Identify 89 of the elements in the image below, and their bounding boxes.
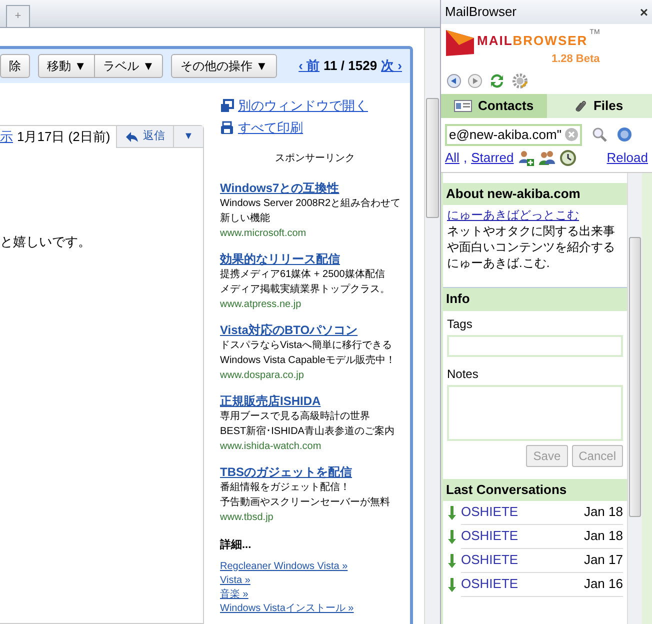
ad-description: 予告動画やスクリーンセーバーが無料 [220, 496, 391, 510]
action-link[interactable]: すべて印刷 [238, 118, 303, 138]
toolbar-button[interactable]: その他の操作 ▼ [171, 54, 277, 78]
forward-button[interactable] [468, 74, 482, 88]
starred-link[interactable]: Starred [471, 148, 514, 168]
website-link[interactable]: にゅーあきばどっとこむ [447, 206, 579, 222]
conversation-date: Jan 18 [584, 527, 623, 546]
conversation-date: Jan 16 [584, 575, 623, 594]
down-arrow-icon [447, 530, 457, 544]
paperclip-icon [575, 98, 588, 112]
search-field[interactable]: e@new-akiba.com" [445, 124, 582, 146]
ad-description: Windows Server 2008R2と組み合わせて新しい機能 [220, 197, 402, 226]
ad-url: www.tbsd.jp [220, 511, 274, 525]
show-details-link[interactable]: 示 [0, 127, 13, 147]
section-header: Last Conversations [443, 478, 627, 500]
printer-icon [220, 121, 234, 135]
ad-description: メディア掲載実績業界トップクラス。 [220, 282, 391, 297]
conversation-date: Jan 17 [584, 551, 623, 570]
message-date: 1月17日 (2日前) [17, 128, 110, 146]
tags-field[interactable] [447, 334, 623, 356]
related-link[interactable]: Regcleaner Windows Vista » [220, 560, 348, 574]
conversation-link[interactable]: OSHIETE [461, 574, 518, 594]
reply-arrow-icon [125, 130, 139, 142]
ad-url: www.atpress.ne.jp [220, 298, 302, 312]
related-link[interactable]: Windows Vistaインストール » [220, 602, 354, 616]
ad-title-link[interactable]: 効果的なリリース配信 [220, 251, 340, 267]
sponsor-heading: スポンサーリンク [274, 152, 356, 166]
toolbar-button[interactable]: ラベル ▼ [95, 54, 164, 78]
left-triangle-icon [451, 78, 457, 84]
previous-link[interactable]: ‹ 前 [298, 56, 320, 76]
panel-tab[interactable]: Files [546, 94, 652, 118]
settings-icon[interactable] [512, 72, 528, 88]
more-heading: 詳細... [220, 538, 252, 553]
ad-url: www.dospara.co.jp [220, 369, 305, 383]
related-link[interactable]: Vista » [220, 574, 250, 588]
notes-label: Notes [446, 366, 480, 382]
conversation-link[interactable]: OSHIETE [461, 550, 518, 570]
conversation-link[interactable]: OSHIETE [461, 526, 518, 546]
reload-link[interactable]: Reload [606, 148, 648, 168]
contact-card-icon [454, 100, 472, 112]
ad-title-link[interactable]: Windows7との互換性 [220, 180, 340, 196]
all-link[interactable]: All [445, 148, 460, 168]
section-header: About new-akiba.com [443, 182, 627, 204]
back-button[interactable] [447, 74, 461, 88]
panel-title: MailBrowser [445, 3, 517, 22]
down-arrow-icon [447, 554, 457, 568]
notes-field[interactable] [447, 384, 623, 440]
logo-browser-text: BROWSER [512, 34, 588, 47]
logo-envelope-icon [445, 28, 475, 58]
related-link[interactable]: 音楽 » [220, 588, 248, 602]
logo-mail-text: MAIL [477, 34, 513, 47]
comma-separator: , [463, 148, 468, 167]
search-icon[interactable] [592, 127, 607, 142]
toolbar-button[interactable]: 除 [0, 54, 30, 78]
ad-description: 提携メディア61媒体 + 2500媒体配信 [220, 268, 386, 282]
message-count: 11 / 1529 [324, 57, 378, 76]
ad-description: 専用ブースで見る高級時計の世界 [220, 410, 371, 424]
clock-icon[interactable] [560, 150, 576, 166]
ad-description: Windows Vista Capableモデル販売中！ [220, 354, 396, 368]
conversation-date: Jan 18 [584, 503, 623, 522]
refresh-icon[interactable] [489, 72, 505, 88]
toolbar-button[interactable]: 移動 ▼ [38, 54, 96, 78]
panel-tab[interactable]: Contacts [441, 94, 546, 118]
down-arrow-icon [447, 506, 457, 520]
more-options-button[interactable]: ▼ [173, 126, 203, 148]
version-text: 1.28 Beta [551, 52, 600, 67]
clear-icon[interactable] [565, 128, 578, 141]
ad-title-link[interactable]: Vista対応のBTOパソコン [220, 322, 358, 338]
new-window-icon [220, 99, 234, 113]
ad-description: 番組情報をガジェット配信！ [220, 480, 351, 495]
next-link[interactable]: 次 › [381, 56, 402, 76]
close-button[interactable]: × [640, 5, 648, 19]
tags-label: Tags [446, 316, 474, 332]
down-arrow-icon [447, 578, 457, 592]
ad-description: BEST新宿･ISHIDA青山表参道のご案内 [220, 424, 396, 439]
ad-title-link[interactable]: 正規販売店ISHIDA [220, 393, 321, 409]
add-person-icon[interactable] [518, 150, 534, 166]
conversation-link[interactable]: OSHIETE [461, 502, 518, 522]
message-body-text: と嬉しいです。 [0, 233, 92, 251]
action-link[interactable]: 別のウィンドウで開く [238, 96, 368, 116]
ad-url: www.ishida-watch.com [220, 440, 322, 454]
ad-url: www.microsoft.com [220, 227, 308, 241]
right-triangle-icon [472, 78, 478, 84]
ad-title-link[interactable]: TBSのガジェットを配信 [220, 464, 352, 480]
section-header: Info [443, 286, 627, 310]
ad-description: ドスパラならVistaへ簡単に移行できる [220, 339, 394, 353]
reply-button[interactable]: 返信 [116, 126, 173, 148]
people-icon[interactable] [538, 150, 556, 166]
about-description: ネットやオタクに関する出来事や面白いコンテンツを紹介するにゅーあきば.こむ. [447, 222, 616, 270]
